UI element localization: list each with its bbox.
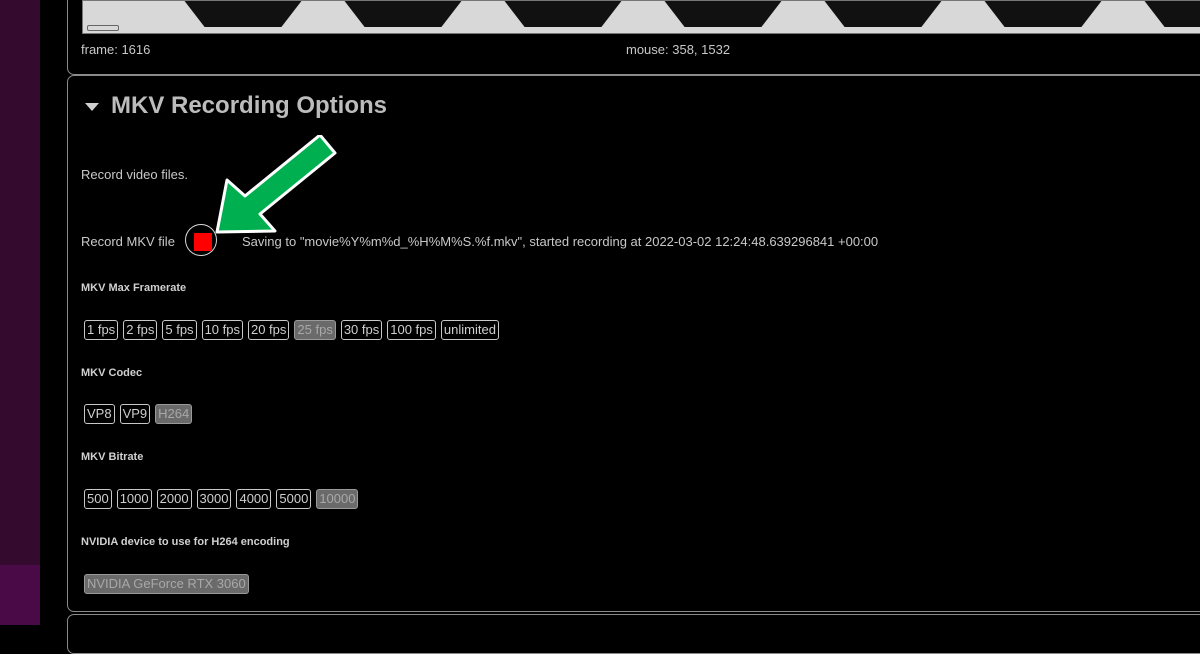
section-title: MKV Recording Options: [111, 92, 387, 119]
preview-shape: [183, 1, 303, 27]
bitrate-option-button[interactable]: 10000: [316, 489, 359, 509]
framerate-option-button[interactable]: unlimited: [440, 320, 499, 340]
bitrate-options: 500 1000 2000 3000 4000 5000 10000: [84, 489, 359, 509]
frame-counter: frame: 1616: [81, 42, 151, 57]
record-stop-icon[interactable]: [194, 233, 212, 251]
codec-option-button[interactable]: VP9: [119, 404, 151, 424]
framerate-label: MKV Max Framerate: [81, 282, 187, 294]
video-preview[interactable]: [82, 0, 1200, 34]
next-panel: [67, 614, 1200, 654]
codec-option-button[interactable]: VP8: [84, 404, 115, 424]
framerate-options: 1 fps 2 fps 5 fps 10 fps 20 fps 25 fps 30 fps 1…: [84, 320, 499, 340]
section-header[interactable]: MKV Recording Options: [85, 92, 387, 120]
preview-mark: [87, 25, 119, 31]
preview-shape: [503, 1, 623, 27]
sidebar-active-item[interactable]: [0, 565, 40, 625]
preview-shape: [1143, 1, 1200, 27]
sidebar-background: [0, 0, 40, 625]
preview-shape: [823, 1, 943, 27]
framerate-option-button[interactable]: 25 fps: [294, 320, 336, 340]
framerate-option-button[interactable]: 20 fps: [247, 320, 290, 340]
nvidia-device-label: NVIDIA device to use for H264 encoding: [81, 536, 290, 548]
nvidia-device-option-button[interactable]: NVIDIA GeForce RTX 3060: [84, 574, 249, 594]
triangle-down-icon[interactable]: [85, 103, 99, 111]
framerate-option-button[interactable]: 10 fps: [201, 320, 243, 340]
bitrate-option-button[interactable]: 4000: [236, 489, 272, 509]
preview-shape: [663, 1, 783, 27]
preview-shape: [343, 1, 463, 27]
green-arrow-icon: [215, 135, 337, 234]
bitrate-label: MKV Bitrate: [81, 451, 144, 463]
codec-option-button[interactable]: H264: [155, 404, 193, 424]
record-label: Record MKV file: [81, 234, 175, 249]
framerate-option-button[interactable]: 100 fps: [387, 320, 436, 340]
framerate-option-button[interactable]: 1 fps: [84, 320, 119, 340]
section-description: Record video files.: [81, 167, 188, 182]
bitrate-option-button[interactable]: 3000: [196, 489, 232, 509]
codec-options: VP8 VP9 H264: [84, 404, 193, 424]
gutter: [40, 0, 67, 625]
bitrate-option-button[interactable]: 2000: [156, 489, 192, 509]
framerate-option-button[interactable]: 2 fps: [123, 320, 158, 340]
nvidia-device-options: NVIDIA GeForce RTX 3060: [84, 574, 249, 594]
framerate-option-button[interactable]: 30 fps: [340, 320, 383, 340]
mouse-position: mouse: 358, 1532: [626, 42, 731, 57]
framerate-option-button[interactable]: 5 fps: [162, 320, 197, 340]
preview-shape: [983, 1, 1103, 27]
codec-label: MKV Codec: [81, 367, 143, 379]
record-status: Saving to "movie%Y%m%d_%H%M%S.%f.mkv", s…: [242, 234, 879, 249]
bitrate-option-button[interactable]: 1000: [116, 489, 152, 509]
bitrate-option-button[interactable]: 5000: [276, 489, 312, 509]
bitrate-option-button[interactable]: 500: [84, 489, 112, 509]
